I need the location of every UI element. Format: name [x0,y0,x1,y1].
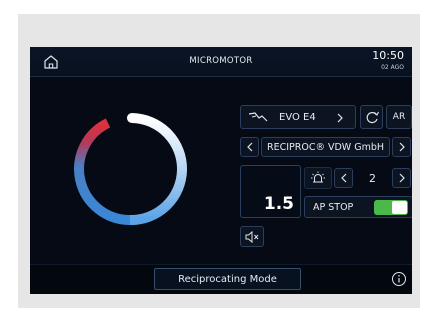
ring-segment-left [74,118,131,225]
rotate-icon [366,111,379,124]
alarm-bell-button[interactable] [304,167,332,189]
mute-button[interactable] [240,226,264,247]
ap-stop-control: AP STOP [304,196,412,218]
speaker-mute-icon [245,230,259,243]
device-screen: MICROMOTOR 10:50 02 AGO EVO E4 AR RECIPR… [30,47,412,294]
alarm-prev-button[interactable] [334,168,353,188]
clock-time: 10:50 [372,49,404,62]
file-name: EVO E4 [279,111,316,123]
page-title: MICROMOTOR [189,56,253,66]
manufacturer-next-button[interactable] [392,137,411,157]
ar-label: AR [392,112,406,122]
torque-ring-gauge [74,113,187,226]
clock-date: 02 AGO [381,64,404,71]
alarm-level-value: 2 [369,171,376,185]
alarm-bell-icon [311,171,325,183]
chevron-left-icon [246,142,252,152]
manufacturer-name: RECIPROC® VDW GmbH [266,141,384,153]
manufacturer-prev-button[interactable] [240,137,259,157]
chevron-right-icon [399,142,405,152]
header-bar: MICROMOTOR 10:50 02 AGO [30,47,412,77]
footer-bar: Reciprocating Mode [30,264,412,294]
info-icon[interactable] [391,271,407,287]
alarm-next-button[interactable] [392,168,411,188]
reciprocating-mode-button[interactable]: Reciprocating Mode [154,268,301,290]
chevron-left-icon [340,173,346,183]
ap-stop-label: AP STOP [313,202,354,213]
speed-display: 1.5 [240,165,301,218]
file-instrument-icon [248,112,268,122]
ar-button[interactable]: AR [386,105,412,129]
chevron-right-icon [399,173,405,183]
ap-stop-toggle[interactable] [374,200,408,215]
rotation-button[interactable] [360,105,383,129]
toggle-knob [392,201,407,214]
ring-segment-right [125,113,187,226]
alarm-level-display: 2 [355,168,390,188]
chevron-right-icon[interactable] [335,112,345,124]
manufacturer-display: RECIPROC® VDW GmbH [261,137,390,157]
speed-value: 1.5 [263,194,294,214]
file-selector[interactable]: EVO E4 [240,105,356,129]
